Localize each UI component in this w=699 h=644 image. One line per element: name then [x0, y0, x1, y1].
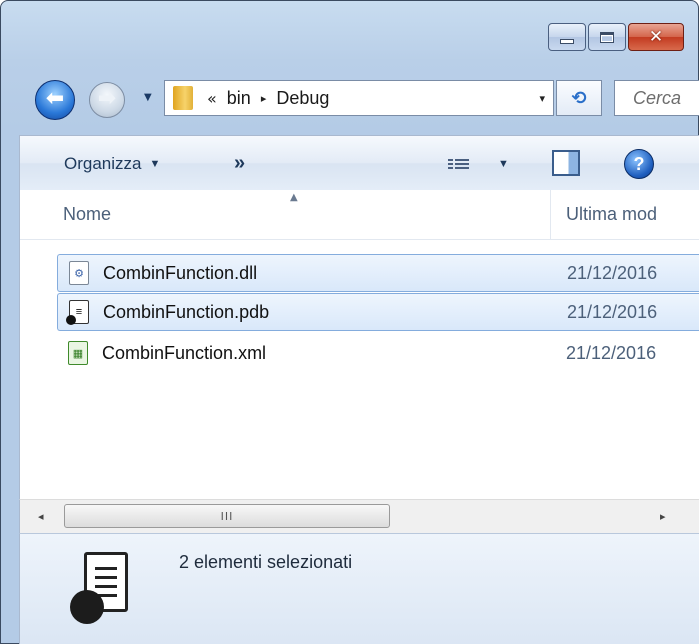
search-placeholder: Cerca	[633, 87, 682, 108]
view-options-dropdown-icon[interactable]: ▼	[498, 136, 509, 191]
column-header-row: ▲ Nome Ultima mod	[20, 190, 699, 240]
breadcrumb-overflow-button[interactable]: «	[207, 89, 217, 108]
address-bar[interactable]: « bin ▸ Debug ▾	[164, 80, 554, 116]
column-header-name[interactable]: Nome	[63, 204, 111, 225]
minimize-button[interactable]	[548, 23, 586, 51]
address-dropdown-icon[interactable]: ▾	[539, 92, 545, 105]
horizontal-scrollbar[interactable]: ◂ III ▸	[19, 499, 699, 533]
search-input[interactable]: Cerca	[614, 80, 699, 116]
refresh-icon: ⟲	[571, 87, 587, 109]
organize-button[interactable]: Organizza ▼	[64, 136, 160, 191]
maximize-button[interactable]	[588, 23, 626, 51]
folder-icon	[173, 86, 193, 110]
caption-buttons: ✕	[548, 23, 684, 51]
selected-files-icon	[70, 552, 132, 628]
explorer-window: ✕ ⬅ ➡ ▼ « bin ▸ Debug ▾ ⟲ Cerca Organizz…	[0, 0, 699, 644]
scroll-left-icon[interactable]: ◂	[38, 510, 44, 523]
organize-caret-icon: ▼	[149, 157, 161, 170]
minimize-icon	[560, 38, 574, 44]
close-button[interactable]: ✕	[628, 23, 684, 51]
back-button[interactable]: ⬅	[35, 80, 75, 120]
file-name: CombinFunction.xml	[102, 342, 267, 363]
column-header-date-modified[interactable]: Ultima mod	[566, 204, 657, 225]
sort-ascending-icon: ▲	[290, 192, 298, 203]
organize-label: Organizza	[64, 153, 142, 173]
view-list-icon	[448, 158, 469, 169]
selection-count-text: 2 elementi selezionati	[179, 552, 353, 572]
change-view-button[interactable]	[448, 136, 469, 191]
file-date: 21/12/2016	[567, 262, 658, 283]
xml-file-icon: ▦	[68, 341, 88, 365]
help-button[interactable]: ?	[624, 149, 654, 179]
file-name: CombinFunction.pdb	[103, 301, 270, 322]
preview-pane-button[interactable]	[552, 150, 580, 176]
breadcrumb-bin[interactable]: bin	[227, 88, 251, 109]
forward-arrow-icon: ➡	[97, 86, 117, 111]
help-icon: ?	[633, 153, 645, 174]
scrollbar-thumb[interactable]: III	[64, 504, 390, 528]
column-divider[interactable]	[550, 190, 551, 240]
breadcrumb-separator-icon[interactable]: ▸	[261, 92, 267, 105]
more-commands-button[interactable]: »	[234, 136, 245, 191]
scroll-right-icon[interactable]: ▸	[660, 510, 666, 523]
recent-pages-dropdown-icon[interactable]: ▼	[144, 92, 152, 103]
pdb-file-icon: ≡	[66, 300, 89, 325]
file-list: ▲ Nome Ultima mod ⚙ CombinFunction.dll 2…	[19, 190, 699, 499]
details-pane: 2 elementi selezionati	[19, 533, 699, 644]
breadcrumb-debug[interactable]: Debug	[276, 88, 329, 109]
forward-button[interactable]: ➡	[89, 82, 125, 118]
file-date: 21/12/2016	[566, 342, 657, 363]
close-icon: ✕	[648, 26, 664, 47]
maximize-icon	[600, 31, 614, 43]
back-arrow-icon: ⬅	[45, 86, 65, 111]
scrollbar-grip-icon: III	[220, 509, 234, 523]
file-row-pdb[interactable]: ≡ CombinFunction.pdb 21/12/2016	[57, 293, 699, 331]
file-row-dll[interactable]: ⚙ CombinFunction.dll 21/12/2016	[57, 254, 699, 292]
file-name: CombinFunction.dll	[103, 262, 258, 283]
command-bar: Organizza ▼ » ▼ ?	[19, 135, 699, 190]
dll-file-icon: ⚙	[69, 261, 89, 285]
file-date: 21/12/2016	[567, 301, 658, 322]
file-row-xml[interactable]: ▦ CombinFunction.xml 21/12/2016	[57, 334, 699, 372]
refresh-button[interactable]: ⟲	[556, 80, 602, 116]
